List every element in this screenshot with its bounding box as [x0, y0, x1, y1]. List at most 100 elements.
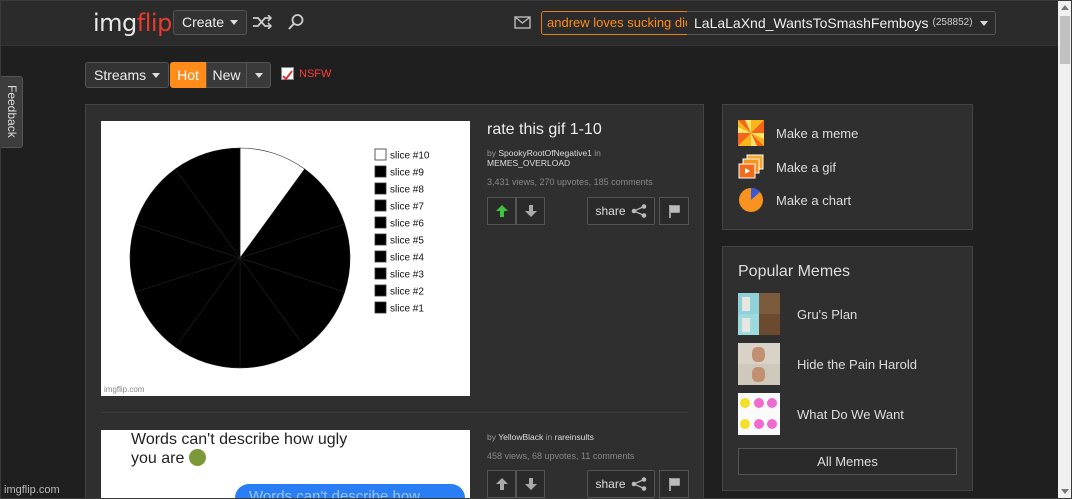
user-menu[interactable]: LaLaLaXnd_WantsToSmashFemboys (258852) — [687, 11, 996, 35]
post-image-text-screenshot[interactable]: Words can't describe how ugly you are Wo… — [101, 430, 470, 499]
nsfw-label: NSFW — [299, 68, 332, 80]
search-icon[interactable] — [285, 11, 307, 33]
downvote-button[interactable] — [516, 470, 545, 498]
arrow-up-icon — [495, 478, 508, 490]
legend-swatch — [374, 216, 387, 229]
new-dropdown-button[interactable] — [247, 62, 271, 88]
user-points: (258852) — [932, 17, 973, 28]
scroll-down-icon[interactable] — [1061, 489, 1069, 494]
downvote-button[interactable] — [516, 197, 545, 225]
gif-frames-icon — [738, 154, 764, 179]
make-gif-label: Make a gif — [776, 159, 836, 175]
legend-swatch — [374, 148, 387, 161]
legend-label: slice #10 — [390, 151, 430, 162]
share-icon — [631, 477, 646, 491]
legend-swatch — [374, 233, 387, 246]
flag-button[interactable] — [659, 470, 689, 498]
post-byline: by YellowBlack in rareinsults — [487, 432, 594, 442]
post-image-pie-gif[interactable]: slice #10 slice #9 slice #8 slice #7 slice #… — [101, 121, 470, 396]
post-divider — [101, 412, 688, 413]
legend-label: slice #1 — [390, 304, 424, 315]
post-stats: 458 views, 68 upvotes, 11 comments — [487, 451, 635, 461]
username: LaLaLaXnd_WantsToSmashFemboys — [694, 15, 929, 31]
streams-dropdown[interactable]: Streams — [85, 62, 170, 88]
flag-icon — [668, 204, 680, 218]
share-button[interactable]: share — [587, 197, 655, 225]
popular-meme-label: Gru's Plan — [797, 306, 858, 322]
pie-chart: slice #10 slice #9 slice #8 slice #7 slice #… — [104, 147, 430, 394]
footer-watermark: imgflip.com — [4, 484, 60, 496]
make-meme-link[interactable]: Make a meme — [738, 120, 858, 146]
flag-icon — [668, 477, 680, 491]
scrollbar-thumb[interactable] — [1060, 16, 1070, 64]
legend-label: slice #6 — [390, 219, 424, 230]
chevron-down-icon — [979, 20, 988, 26]
chevron-down-icon — [254, 72, 263, 78]
nsfw-checkbox[interactable] — [281, 67, 294, 81]
feedback-tab[interactable]: Feedback — [0, 76, 23, 148]
create-label: Create — [182, 14, 225, 30]
legend-swatch — [374, 284, 387, 297]
post-author-link[interactable]: SpookyRootOfNegative1 — [498, 148, 592, 158]
popular-memes-title: Popular Memes — [738, 263, 851, 280]
flag-button[interactable] — [659, 197, 689, 225]
chevron-down-icon — [152, 72, 161, 78]
top-header: imgflip Create andrew loves sucking dick… — [0, 0, 1058, 46]
legend-swatch — [374, 199, 387, 212]
imgflip-logo[interactable]: imgflip — [93, 9, 172, 37]
shuffle-icon[interactable] — [251, 11, 273, 33]
popular-meme-hide-the-pain-harold[interactable]: Hide the Pain Harold — [738, 343, 917, 385]
legend-label: slice #7 — [390, 202, 424, 213]
image-watermark: imgflip.com — [104, 385, 145, 394]
highlighted-name-badge[interactable]: andrew loves sucking dick — [541, 11, 705, 35]
share-button[interactable]: share — [587, 470, 655, 498]
share-icon — [631, 204, 646, 218]
legend-swatch — [374, 250, 387, 263]
post-byline: by SpookyRootOfNegative1 in MEMES_OVERLO… — [487, 148, 601, 168]
post-author-link[interactable]: YellowBlack — [498, 432, 543, 442]
create-button[interactable]: Create — [173, 10, 248, 35]
mail-icon[interactable] — [511, 11, 533, 33]
page-scrollbar[interactable] — [1058, 0, 1072, 499]
popular-meme-grus-plan[interactable]: Gru's Plan — [738, 293, 857, 335]
legend-label: slice #5 — [390, 236, 424, 247]
scroll-up-icon[interactable] — [1061, 5, 1069, 10]
post-stream-link[interactable]: MEMES_OVERLOAD — [487, 158, 570, 168]
meme-pinwheel-icon — [738, 120, 764, 146]
upvote-button[interactable] — [487, 197, 516, 225]
legend-label: slice #8 — [390, 185, 424, 196]
legend-swatch — [374, 301, 387, 314]
tab-hot[interactable]: Hot — [170, 62, 206, 88]
post-title[interactable]: rate this gif 1-10 — [487, 121, 602, 139]
legend-label: slice #3 — [390, 270, 424, 281]
grus-plan-thumbnail — [738, 293, 780, 335]
sick-face-emoji-icon — [188, 449, 206, 466]
legend-label: slice #2 — [390, 287, 424, 298]
chevron-down-icon — [230, 20, 239, 25]
legend-label: slice #4 — [390, 253, 424, 264]
post-stream-link[interactable]: rareinsults — [555, 432, 594, 442]
legend-swatch — [374, 182, 387, 195]
share-label: share — [595, 204, 626, 218]
tab-new[interactable]: New — [206, 62, 247, 88]
what-do-we-want-thumbnail — [738, 393, 780, 435]
arrow-down-icon — [524, 205, 537, 217]
upvote-button[interactable] — [487, 470, 516, 498]
make-chart-link[interactable]: Make a chart — [738, 187, 851, 213]
post-stats: 3,431 views, 270 upvotes, 185 comments — [487, 177, 653, 187]
legend-label: slice #9 — [390, 168, 424, 179]
legend-swatch — [374, 165, 387, 178]
feedback-label: Feedback — [5, 85, 19, 138]
image-caption: Words can't describe how ugly you are — [131, 431, 348, 467]
reply-bubble: Words can't describe how — [235, 484, 465, 499]
make-gif-link[interactable]: Make a gif — [738, 154, 836, 180]
share-label: share — [595, 477, 626, 491]
hide-the-pain-harold-thumbnail — [738, 343, 780, 385]
all-memes-button[interactable]: All Memes — [738, 448, 957, 475]
pie-chart-icon — [739, 187, 763, 212]
streams-label: Streams — [94, 67, 147, 83]
arrow-up-icon — [495, 205, 508, 217]
make-meme-label: Make a meme — [776, 125, 859, 141]
popular-meme-what-do-we-want[interactable]: What Do We Want — [738, 393, 904, 435]
popular-meme-label: Hide the Pain Harold — [797, 356, 917, 372]
